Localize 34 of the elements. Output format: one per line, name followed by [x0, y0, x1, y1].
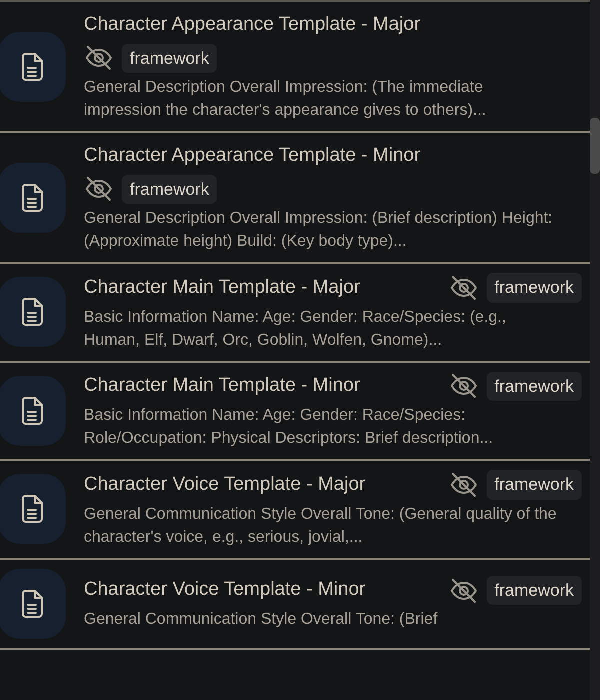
template-description: General Communication Style Overall Tone: (General quality of the character's voice, e.g., serious, jovial,... — [84, 504, 558, 548]
template-description: General Description Overall Impression: (The immediate impression the character's appearance gives to others)... — [84, 78, 488, 121]
document-icon — [20, 396, 44, 425]
template-title[interactable]: Character Appearance Template - Minor — [84, 142, 590, 170]
scrollbar-thumb[interactable] — [590, 118, 600, 174]
template-description: Basic Information Name: Age: Gender: Race/Species: (e.g., Human, Elf, Dwarf, Orc, Goblin, Wolfen, Gnome)... — [84, 308, 508, 350]
eye-off-icon[interactable] — [84, 176, 114, 202]
tag-label: framework — [486, 372, 582, 401]
document-icon — [20, 52, 44, 80]
document-icon — [20, 298, 44, 326]
eye-off-icon[interactable] — [448, 578, 479, 604]
tag-label: framework — [122, 44, 218, 73]
template-description: General Description Overall Impression: (Brief description) Height: (Approximate height) Build: (Key body type)... — [84, 209, 554, 252]
template-title[interactable]: Character Main Template - Minor — [84, 372, 360, 400]
tag-label: framework — [122, 174, 218, 204]
eye-off-icon[interactable] — [448, 472, 479, 498]
eye-off-icon[interactable] — [448, 274, 479, 301]
template-description: General Communication Style Overall Tone: (Brief — [84, 610, 439, 630]
template-title[interactable]: Character Appearance Template - Major — [84, 11, 590, 40]
eye-off-icon[interactable] — [448, 373, 479, 400]
eye-off-icon[interactable] — [84, 45, 114, 72]
template-title[interactable]: Character Main Template - Major — [84, 274, 360, 302]
document-icon — [20, 495, 44, 524]
tag-label: framework — [486, 273, 582, 302]
template-card[interactable]: Character Voice Template - Minor framework General Communication Style Overall Tone: (Brief — [0, 560, 590, 650]
template-card[interactable]: Character Main Template - Minor framework Basic Information Name: Age: Gender: Race/Species: Role/Occupation: Physical Descriptors: Brief description... — [0, 362, 590, 461]
tag-label: framework — [486, 576, 582, 606]
document-icon — [20, 590, 44, 618]
document-icon — [20, 184, 44, 212]
template-title[interactable]: Character Voice Template - Major — [84, 470, 366, 499]
tag-label: framework — [486, 470, 582, 500]
template-title[interactable]: Character Voice Template - Minor — [84, 576, 366, 605]
template-description: Basic Information Name: Age: Gender: Race/Species: Role/Occupation: Physical Descriptors: Brief description... — [84, 406, 494, 449]
scrollbar[interactable] — [590, 0, 600, 700]
